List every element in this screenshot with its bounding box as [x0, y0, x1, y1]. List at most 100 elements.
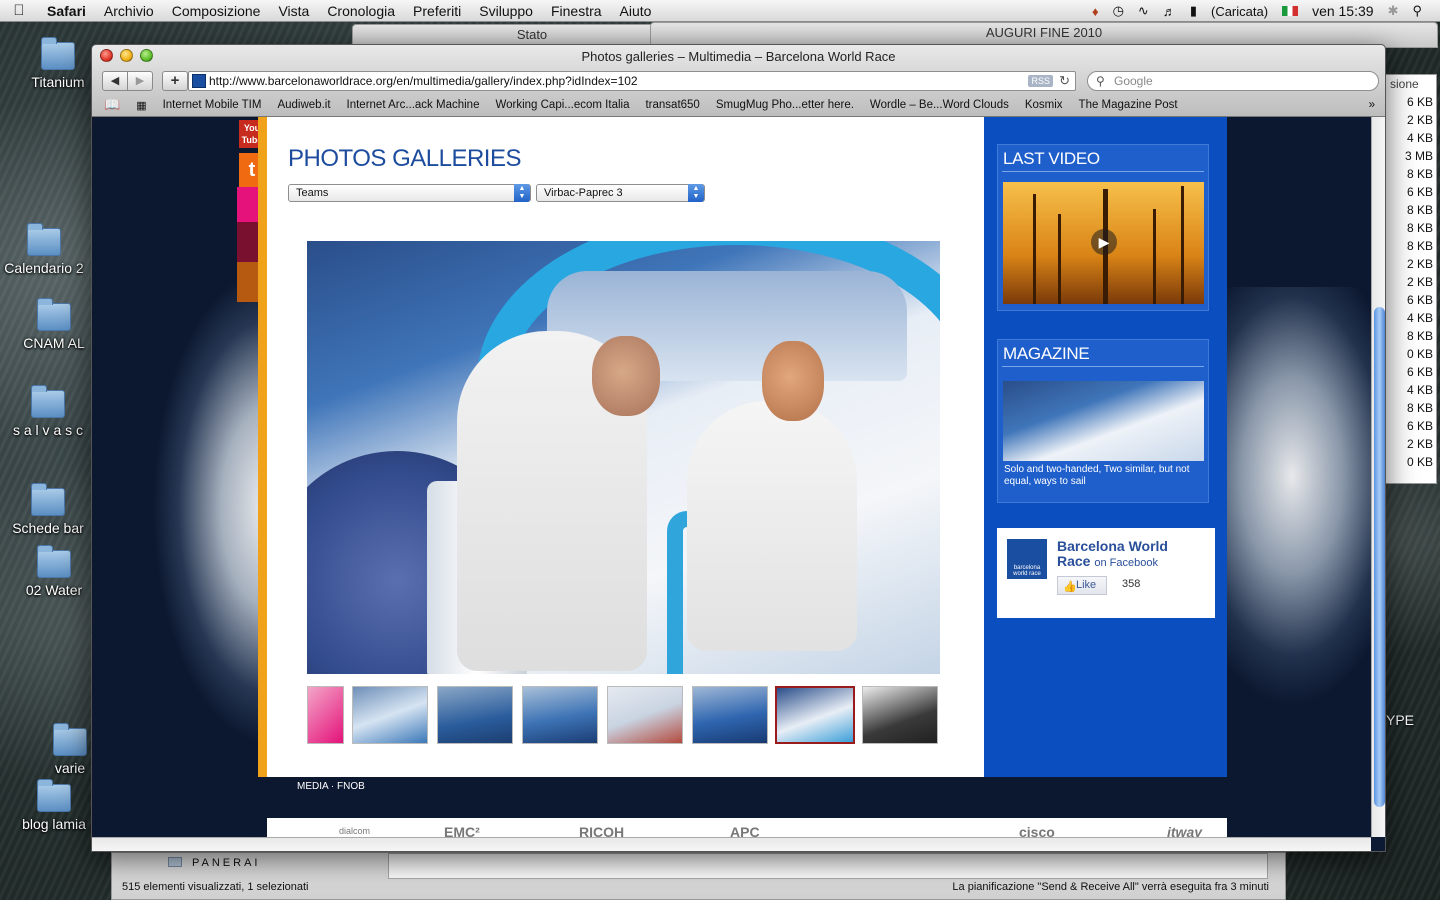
folder-icon: [168, 857, 182, 867]
list-item: 6 KB: [1406, 365, 1433, 379]
desktop-icon-calendario[interactable]: Calendario 2: [0, 223, 94, 276]
menu-finestra[interactable]: Finestra: [542, 3, 611, 19]
list-item: 6 KB: [1406, 293, 1433, 307]
horizontal-scrollbar[interactable]: [92, 837, 1371, 851]
bookmark-item[interactable]: The Magazine Post: [1071, 99, 1186, 111]
volume-icon[interactable]: ♬: [1163, 4, 1176, 19]
select-arrows-icon: ▲ ▼: [688, 184, 704, 202]
gallery-thumbnail[interactable]: [437, 686, 513, 744]
desktop-icon-label: s a l v a s c: [12, 422, 84, 438]
status-right: La pianificazione "Send & Receive All" v…: [952, 881, 1269, 893]
gallery-thumbnail[interactable]: [692, 686, 768, 744]
menu-cronologia[interactable]: Cronologia: [318, 3, 404, 19]
menu-sviluppo[interactable]: Sviluppo: [470, 3, 542, 19]
facebook-like-button[interactable]: 👍 Like: [1057, 576, 1107, 595]
gallery-thumbnail[interactable]: [307, 686, 344, 744]
scrollbar-thumb[interactable]: [1374, 307, 1385, 807]
desktop-icon-blog[interactable]: blog lamia: [4, 779, 104, 832]
window-title: AUGURI FINE 2010: [985, 25, 1103, 40]
bookmark-item[interactable]: Audiweb.it: [269, 99, 338, 111]
folder-name[interactable]: PANERAI: [192, 857, 260, 869]
desktop-icon-label: blog lamia: [22, 816, 86, 832]
flag-icon[interactable]: [1282, 6, 1299, 16]
twitter-label: t: [248, 159, 256, 181]
time-machine-icon[interactable]: ◷: [1113, 3, 1124, 19]
bookmark-item[interactable]: Wordle – Be...Word Clouds: [862, 99, 1017, 111]
magazine-caption[interactable]: Solo and two-handed, Two similar, but no…: [1004, 464, 1204, 488]
sponsor-logo[interactable]: dialcom: [339, 826, 370, 836]
menu-aiuto[interactable]: Aiuto: [611, 3, 661, 19]
sponsor-logo[interactable]: cisco: [1019, 824, 1055, 837]
gallery-thumbnail[interactable]: [522, 686, 598, 744]
mail-preview-pane[interactable]: [388, 853, 1268, 879]
desktop-icon-salvasc[interactable]: s a l v a s c: [0, 385, 98, 438]
menu-preferiti[interactable]: Preferiti: [404, 3, 470, 19]
brand-logo-text: barcelona world race: [1013, 565, 1041, 577]
sponsor-logo[interactable]: EMC²: [444, 824, 480, 837]
list-item: 2 KB: [1406, 257, 1433, 271]
gallery-thumbnail-selected[interactable]: [775, 686, 855, 744]
battery-icon[interactable]: ▮: [1190, 3, 1197, 19]
bookmark-item[interactable]: Kosmix: [1017, 99, 1071, 111]
search-field[interactable]: ⚲ Google: [1087, 71, 1379, 91]
safari-toolbar: Photos galleries – Multimedia – Barcelon…: [92, 45, 1385, 117]
address-bar[interactable]: http://www.barcelonaworldrace.org/en/mul…: [188, 71, 1076, 91]
list-item: 4 KB: [1406, 131, 1433, 145]
vertical-scrollbar[interactable]: [1371, 117, 1385, 837]
reload-icon[interactable]: ↻: [1059, 72, 1070, 90]
background-file-list: sione 6 KB 2 KB 4 KB 3 MB 8 KB 6 KB 8 KB…: [1385, 74, 1437, 484]
back-button[interactable]: ◀: [102, 71, 128, 91]
menu-archivio[interactable]: Archivio: [95, 3, 163, 19]
footer-links[interactable]: MEDIA · FNOB: [297, 781, 365, 792]
top-sites-icon[interactable]: ▦: [128, 99, 154, 112]
folder-icon: [53, 723, 87, 756]
clock[interactable]: ven 15:39: [1312, 3, 1374, 19]
desktop-icon-cnam[interactable]: CNAM AL: [4, 298, 104, 351]
forward-button[interactable]: ▶: [127, 71, 153, 91]
list-item: 4 KB: [1406, 311, 1433, 325]
facebook-page-name[interactable]: Barcelona World Race on Facebook: [1057, 539, 1207, 571]
folder-icon: [27, 223, 61, 256]
brand-logo[interactable]: barcelona world race: [1007, 539, 1047, 579]
gallery-thumbnail[interactable]: [862, 686, 938, 744]
gallery-thumbnail[interactable]: [607, 686, 683, 744]
desktop-icon-water[interactable]: 02 Water: [4, 545, 104, 598]
sponsor-logo[interactable]: RICOH: [579, 824, 624, 837]
rss-button[interactable]: RSS: [1028, 75, 1053, 87]
like-label: Like: [1076, 579, 1097, 591]
folder-icon: [37, 298, 71, 331]
team-select-value: Virbac-Paprec 3: [544, 187, 623, 199]
menu-composizione[interactable]: Composizione: [163, 3, 270, 19]
background-type-label: YPE: [1386, 712, 1415, 728]
gallery-thumbnail[interactable]: [352, 686, 428, 744]
category-select[interactable]: Teams ▲ ▼: [288, 184, 531, 202]
add-bookmark-button[interactable]: +: [162, 71, 188, 91]
gallery-panel: PHOTOS GALLERIES Teams ▲ ▼ Virbac-Paprec …: [267, 117, 984, 777]
sponsor-logo[interactable]: itway: [1167, 824, 1202, 837]
bookmark-item[interactable]: SmugMug Pho...etter here.: [708, 99, 862, 111]
desktop-icon-schede[interactable]: Schede bar: [0, 483, 98, 536]
menu-vista[interactable]: Vista: [269, 3, 318, 19]
bookmark-item[interactable]: Internet Mobile TIM: [155, 99, 270, 111]
gallery-main-photo[interactable]: [307, 241, 940, 674]
battery-status[interactable]: (Caricata): [1211, 4, 1268, 19]
last-video-thumbnail[interactable]: ▶: [1003, 182, 1204, 304]
bookmark-item[interactable]: Working Capi...ecom Italia: [487, 99, 637, 111]
play-icon[interactable]: ▶: [1091, 229, 1117, 255]
bookmark-item[interactable]: Internet Arc...ack Machine: [339, 99, 488, 111]
wifi-icon[interactable]: ∿: [1138, 3, 1149, 19]
list-item: 6 KB: [1406, 95, 1433, 109]
magazine-thumbnail[interactable]: [1003, 381, 1204, 461]
apple-menu-icon[interactable]: : [0, 2, 38, 19]
spotlight-icon[interactable]: ⚲: [1412, 3, 1422, 19]
team-select[interactable]: Virbac-Paprec 3 ▲ ▼: [536, 184, 705, 202]
reading-list-icon[interactable]: 📖: [92, 97, 128, 113]
bookmarks-overflow-icon[interactable]: »: [1361, 99, 1383, 111]
sponsor-logo[interactable]: APC: [730, 824, 760, 837]
bluetooth-icon[interactable]: ✱: [1388, 3, 1399, 19]
menu-app-safari[interactable]: Safari: [38, 3, 95, 19]
bookmark-item[interactable]: transat650: [637, 99, 707, 111]
status-app-icon[interactable]: ♦: [1092, 4, 1099, 19]
window-title: Photos galleries – Multimedia – Barcelon…: [581, 49, 896, 64]
site-favicon: [192, 74, 206, 88]
